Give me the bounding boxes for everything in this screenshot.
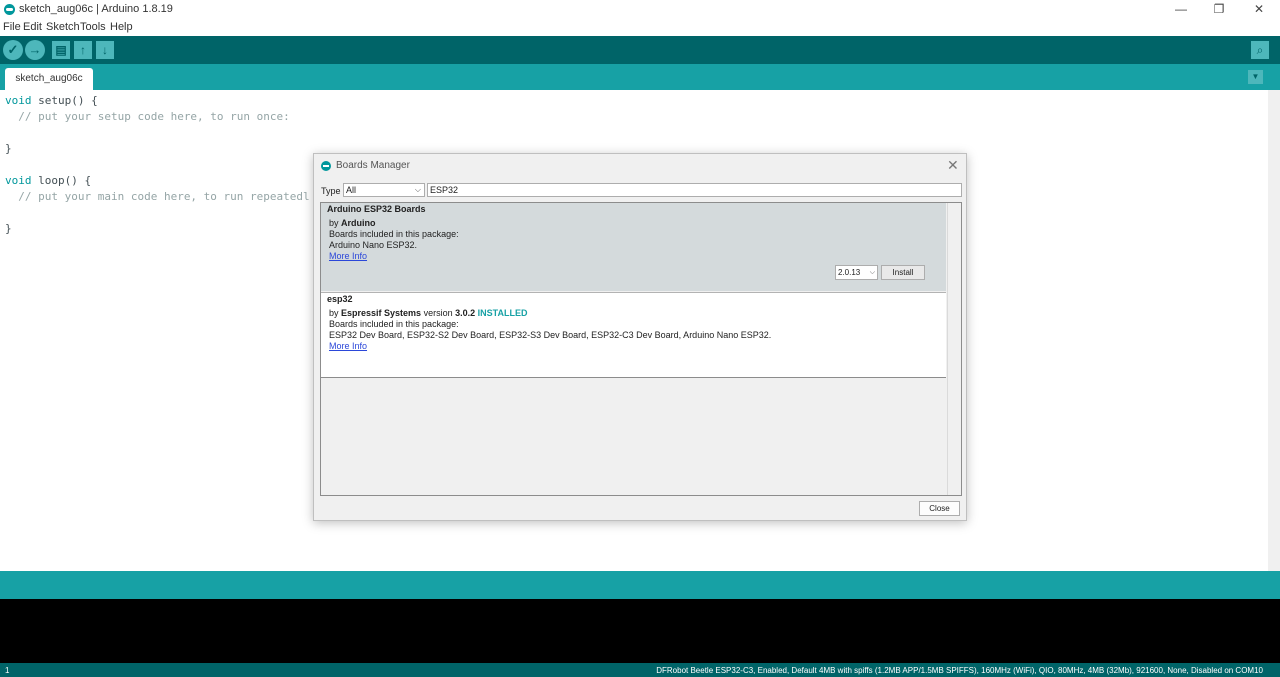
save-icon[interactable]: ↓ [96,41,114,59]
close-button[interactable]: Close [919,501,960,516]
tab-strip: sketch_aug06c ▼ [0,64,1280,90]
menu-edit[interactable]: Edit [23,21,42,33]
toolbar: ✓ → ▤ ↑ ↓ ⌕ [0,36,1280,64]
new-sketch-icon[interactable]: ▤ [52,41,70,59]
console-header [0,571,1280,599]
close-window-button[interactable]: ✕ [1241,0,1277,19]
package-author: by Espressif Systems version 3.0.2 INSTA… [329,308,528,318]
arduino-logo-icon [321,161,331,171]
menu-bar: File Edit Sketch Tools Help [0,19,1280,35]
menu-file[interactable]: File [3,21,21,33]
upload-icon[interactable]: → [25,40,45,60]
title-bar: sketch_aug06c | Arduino 1.8.19 — ❐ ✕ [0,0,1280,19]
tab-menu-chevron-down-icon[interactable]: ▼ [1248,70,1263,84]
serial-monitor-icon[interactable]: ⌕ [1251,41,1269,59]
line-number: 1 [5,666,10,675]
status-bar: 1 DFRobot Beetle ESP32-C3, Enabled, Defa… [0,663,1280,677]
code-line: void setup() { [5,94,98,107]
boards-list: ESP32 Dev Board, ESP32-S2 Dev Board, ESP… [329,330,772,340]
boards-list: Arduino Nano ESP32. [329,240,418,250]
tab-sketch[interactable]: sketch_aug06c [5,68,93,90]
code-line: void loop() { [5,174,92,187]
menu-sketch[interactable]: Sketch [46,21,80,33]
menu-tools[interactable]: Tools [80,21,106,33]
package-name: Arduino ESP32 Boards [327,204,426,214]
list-item[interactable]: Arduino ESP32 Boards by Arduino Boards i… [321,203,946,291]
package-list: Arduino ESP32 Boards by Arduino Boards i… [320,202,962,496]
code-line: } [5,142,12,155]
more-info-link[interactable]: More Info [329,251,367,261]
verify-icon[interactable]: ✓ [3,40,23,60]
code-line: // put your setup code here, to run once… [18,110,290,123]
menu-help[interactable]: Help [110,21,133,33]
list-scrollbar[interactable] [947,203,961,495]
more-info-link[interactable]: More Info [329,341,367,351]
dialog-title: Boards Manager [336,160,410,171]
open-icon[interactable]: ↑ [74,41,92,59]
chevron-down-icon: ⌵ [869,269,875,276]
installed-badge: INSTALLED [477,308,528,318]
version-value: 2.0.13 [838,268,861,277]
version-dropdown[interactable]: 2.0.13 ⌵ [835,265,878,280]
arduino-logo-icon [4,4,15,15]
restore-button[interactable]: ❐ [1201,0,1237,19]
install-button[interactable]: Install [881,265,925,280]
type-label: Type [321,186,341,196]
boards-manager-dialog: Boards Manager ✕ Type All ⌵ ESP32 Arduin… [313,153,967,521]
window-title: sketch_aug06c | Arduino 1.8.19 [19,3,173,15]
dialog-close-icon[interactable]: ✕ [947,157,959,174]
package-author: by Arduino [329,218,376,228]
included-label: Boards included in this package: [329,229,459,239]
list-item[interactable]: esp32 by Espressif Systems version 3.0.2… [321,292,946,378]
code-line: // put your main code here, to run repea… [18,190,310,203]
editor-scrollbar[interactable] [1268,90,1280,571]
type-value: All [346,185,357,195]
search-input[interactable]: ESP32 [427,183,962,197]
chevron-down-icon: ⌵ [414,185,421,194]
minimize-button[interactable]: — [1163,0,1199,19]
console-output [0,599,1280,663]
board-info: DFRobot Beetle ESP32-C3, Enabled, Defaul… [656,666,1263,675]
included-label: Boards included in this package: [329,319,459,329]
code-line: } [5,222,12,235]
type-dropdown[interactable]: All ⌵ [343,183,425,197]
package-name: esp32 [327,294,353,304]
